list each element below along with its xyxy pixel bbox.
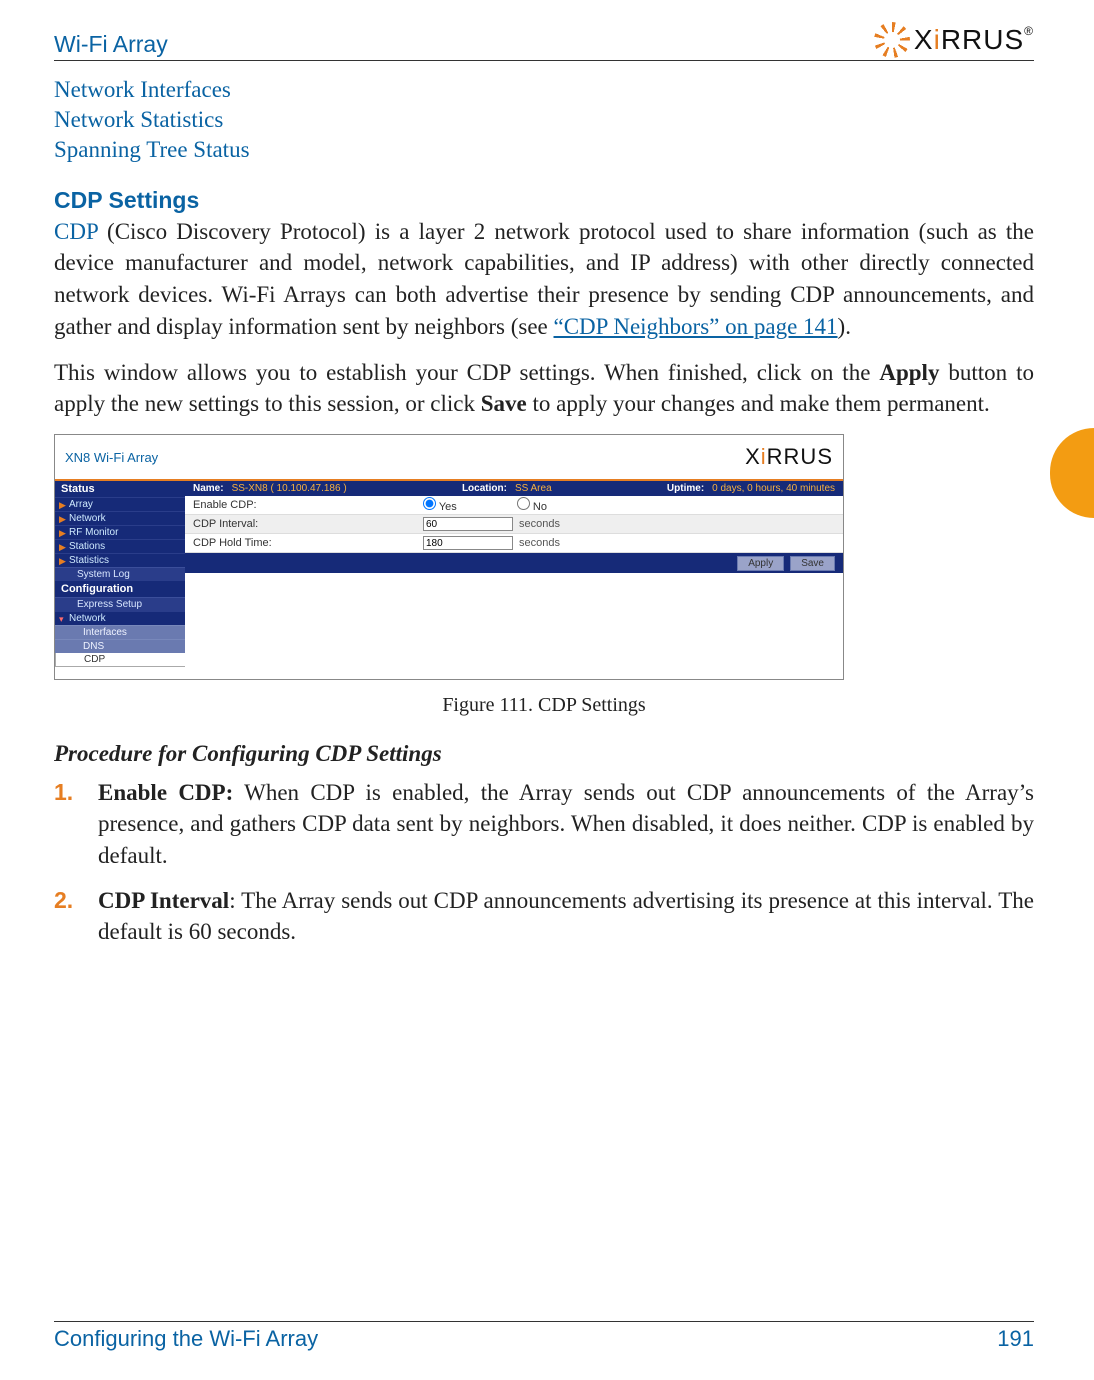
location-value: SS Area — [515, 483, 552, 494]
page-thumb-tab — [1050, 428, 1094, 518]
radio-no-input[interactable] — [517, 497, 530, 510]
topic-links: Network Interfaces Network Statistics Sp… — [54, 75, 1034, 165]
p2-save: Save — [481, 391, 527, 416]
p2-apply: Apply — [879, 360, 939, 385]
name-label: Name: — [193, 483, 224, 494]
screenshot-main: Name: SS-XN8 ( 10.100.47.186 ) Location:… — [185, 481, 843, 679]
nav-status-head: Status — [55, 481, 185, 497]
footer-title: Configuring the Wi-Fi Array — [54, 1326, 318, 1352]
chevron-right-icon: ▶ — [59, 528, 66, 539]
p1-tail: ). — [838, 314, 851, 339]
nav-config-head: Configuration — [55, 581, 185, 597]
nav-item-statistics[interactable]: ▶Statistics — [55, 553, 185, 567]
link-network-statistics[interactable]: Network Statistics — [54, 105, 1034, 135]
step-2-bold: CDP Interval — [98, 888, 229, 913]
page-header: Wi-Fi Array XiRRUS® — [54, 22, 1034, 61]
paragraph-2: This window allows you to establish your… — [54, 357, 1034, 420]
logo-x: X — [914, 24, 934, 55]
link-network-interfaces[interactable]: Network Interfaces — [54, 75, 1034, 105]
uptime-value: 0 days, 0 hours, 40 minutes — [712, 483, 835, 494]
screenshot-nav: Status ▶Array ▶Network ▶RF Monitor ▶Stat… — [55, 481, 185, 679]
nav-item-interfaces[interactable]: Interfaces — [55, 625, 185, 639]
apply-button[interactable]: Apply — [737, 556, 784, 571]
nav-item-system-log[interactable]: System Log — [55, 567, 185, 581]
p1-body: (Cisco Discovery Protocol) is a layer 2 … — [54, 219, 1034, 339]
cdp-hold-input[interactable] — [423, 536, 513, 550]
logo-rrus: RRUS — [941, 24, 1024, 55]
chevron-right-icon: ▶ — [59, 542, 66, 553]
chevron-right-icon: ▶ — [59, 500, 66, 511]
slogo-rrus: RRUS — [767, 444, 833, 469]
radio-no[interactable]: No — [517, 497, 547, 513]
uptime-label: Uptime: — [667, 483, 704, 494]
p2e: to apply your changes and make them perm… — [527, 391, 990, 416]
xref-cdp-neighbors[interactable]: “CDP Neighbors” on page 141 — [554, 314, 838, 339]
nav-item-array[interactable]: ▶Array — [55, 497, 185, 511]
nav-item-dns[interactable]: DNS — [55, 639, 185, 653]
nav-item-cdp[interactable]: CDP — [55, 653, 185, 667]
screenshot-title: XN8 Wi-Fi Array — [65, 450, 158, 465]
nav-item-network[interactable]: ▶Network — [55, 511, 185, 525]
cdp-hold-label: CDP Hold Time: — [193, 537, 363, 549]
screenshot-logo: XiRRUS — [745, 444, 833, 470]
brand-logo: XiRRUS® — [874, 22, 1034, 58]
page-number: 191 — [997, 1326, 1034, 1352]
hold-unit: seconds — [519, 537, 560, 549]
radio-yes[interactable]: Yes — [423, 497, 457, 513]
interval-unit: seconds — [519, 518, 560, 530]
logo-reg: ® — [1024, 24, 1034, 38]
location-label: Location: — [462, 483, 507, 494]
section-heading: CDP Settings — [54, 187, 1034, 214]
screenshot-panel: XN8 Wi-Fi Array XiRRUS Status ▶Array ▶Ne… — [54, 434, 844, 680]
nav-item-express-setup[interactable]: Express Setup — [55, 597, 185, 611]
link-spanning-tree-status[interactable]: Spanning Tree Status — [54, 135, 1034, 165]
step-number: 2. — [54, 885, 73, 916]
figure-wrap: XN8 Wi-Fi Array XiRRUS Status ▶Array ▶Ne… — [54, 434, 1034, 717]
step-1: 1. Enable CDP: When CDP is enabled, the … — [98, 777, 1034, 871]
header-title: Wi-Fi Array — [54, 31, 168, 58]
slogo-x: X — [745, 444, 761, 469]
logo-text: XiRRUS® — [914, 24, 1034, 56]
step-1-text: When CDP is enabled, the Array sends out… — [98, 780, 1034, 868]
scrollbar[interactable] — [843, 435, 844, 679]
p2a: This window allows you to establish your… — [54, 360, 879, 385]
radio-yes-input[interactable] — [423, 497, 436, 510]
chevron-right-icon: ▶ — [59, 514, 66, 525]
save-button[interactable]: Save — [790, 556, 835, 571]
row-cdp-interval: CDP Interval: seconds — [185, 515, 843, 534]
row-cdp-hold-time: CDP Hold Time: seconds — [185, 534, 843, 553]
name-value: SS-XN8 ( 10.100.47.186 ) — [232, 483, 347, 494]
procedure-steps: 1. Enable CDP: When CDP is enabled, the … — [54, 777, 1034, 947]
chevron-down-icon: ▾ — [59, 614, 64, 625]
nav-item-rf-monitor[interactable]: ▶RF Monitor — [55, 525, 185, 539]
step-2-text: : The Array sends out CDP announcements … — [98, 888, 1034, 944]
chevron-right-icon: ▶ — [59, 556, 66, 567]
row-enable-cdp: Enable CDP: Yes No — [185, 496, 843, 515]
cdp-term: CDP — [54, 219, 98, 244]
status-bar: Name: SS-XN8 ( 10.100.47.186 ) Location:… — [185, 481, 843, 496]
cdp-interval-input[interactable] — [423, 517, 513, 531]
enable-cdp-label: Enable CDP: — [193, 499, 363, 511]
step-1-bold: Enable CDP: — [98, 780, 233, 805]
screenshot-header: XN8 Wi-Fi Array XiRRUS — [55, 435, 843, 481]
cdp-interval-label: CDP Interval: — [193, 518, 363, 530]
step-number: 1. — [54, 777, 73, 808]
logo-i: i — [934, 24, 941, 55]
nav-item-network-2[interactable]: ▾Network — [55, 611, 185, 625]
paragraph-1: CDP (Cisco Discovery Protocol) is a laye… — [54, 216, 1034, 343]
page-footer: Configuring the Wi-Fi Array 191 — [54, 1321, 1034, 1352]
figure-caption: Figure 111. CDP Settings — [54, 694, 1034, 717]
button-row: Apply Save — [185, 553, 843, 573]
sunburst-icon — [874, 22, 910, 58]
step-2: 2. CDP Interval: The Array sends out CDP… — [98, 885, 1034, 948]
procedure-heading: Procedure for Configuring CDP Settings — [54, 741, 1034, 767]
nav-item-stations[interactable]: ▶Stations — [55, 539, 185, 553]
